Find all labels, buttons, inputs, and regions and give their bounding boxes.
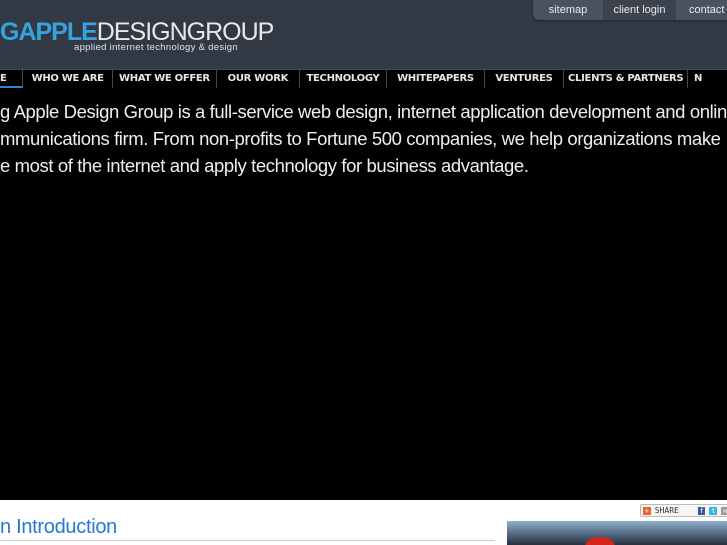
twitter-icon[interactable]: t: [709, 506, 718, 515]
contact-us-link[interactable]: contact u: [676, 0, 727, 20]
nav-what-we-offer[interactable]: WHAT WE OFFER: [113, 70, 217, 88]
nav-our-work[interactable]: OUR WORK: [217, 70, 300, 88]
balloon-image: [585, 537, 615, 545]
intro-line: e most of the internet and apply technol…: [0, 155, 529, 176]
nav-ventures[interactable]: VENTURES: [485, 70, 565, 88]
share-button[interactable]: + SHARE f t ✉: [640, 504, 727, 517]
tagline: applied internet technology & design: [74, 42, 238, 53]
nav-technology[interactable]: TECHNOLOGY: [300, 70, 388, 88]
share-label: SHARE: [654, 506, 679, 515]
client-login-link[interactable]: client login: [603, 0, 676, 20]
nav-who-we-are[interactable]: WHO WE ARE: [23, 70, 113, 88]
nav-clients-partners[interactable]: CLIENTS & PARTNERS: [564, 70, 688, 88]
intro-line: g Apple Design Group is a full-service w…: [0, 101, 727, 122]
facebook-icon[interactable]: f: [697, 506, 706, 515]
content-area: n Introduction + SHARE f t ✉: [0, 500, 727, 545]
plus-icon: +: [643, 506, 651, 515]
utility-links: sitemap client login contact u: [533, 0, 727, 20]
nav-home[interactable]: E: [0, 70, 24, 88]
hero-photo: [507, 521, 727, 545]
site-header: GAPPLEDESIGNGROUP applied internet techn…: [0, 0, 727, 69]
nav-more[interactable]: N: [688, 70, 727, 88]
intro-line: mmunications firm. From non-profits to F…: [0, 128, 721, 149]
divider: [0, 540, 495, 541]
email-icon[interactable]: ✉: [721, 506, 727, 515]
sitemap-link[interactable]: sitemap: [533, 0, 603, 20]
intro-text: g Apple Design Group is a full-service w…: [0, 98, 727, 179]
main-nav: E WHO WE ARE WHAT WE OFFER OUR WORK TECH…: [0, 69, 727, 88]
nav-whitepapers[interactable]: WHITEPAPERS: [387, 70, 485, 88]
section-heading: n Introduction: [0, 516, 117, 538]
